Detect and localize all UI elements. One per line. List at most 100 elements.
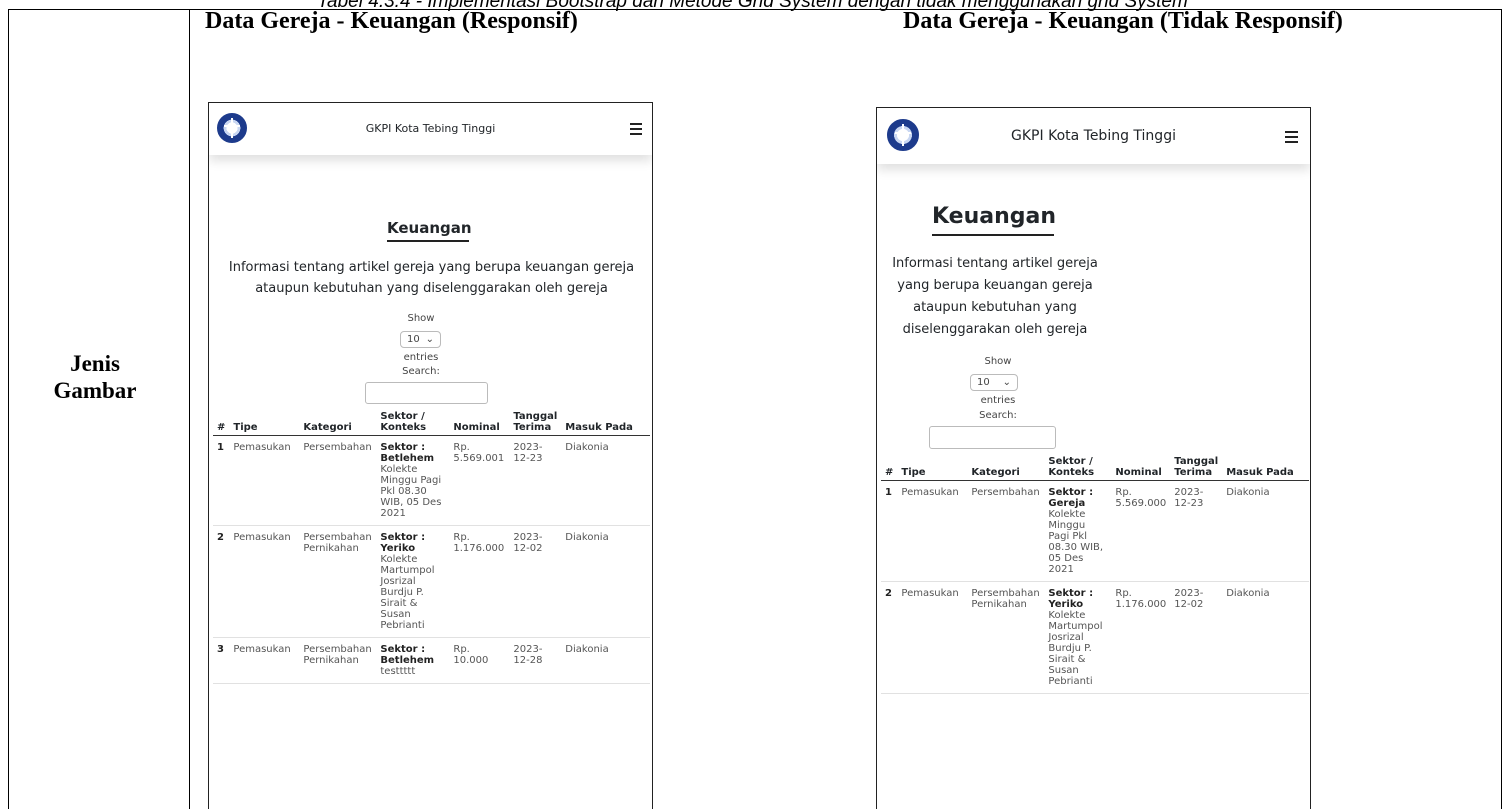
- finance-table: # Tipe Kategori Sektor / Konteks Nominal…: [213, 409, 650, 684]
- header-kategori: Kategori: [967, 454, 1045, 481]
- entries-label: entries: [980, 395, 1016, 406]
- search-label: Search:: [402, 366, 440, 377]
- cell-nominal: Rp. 10.000: [449, 637, 510, 684]
- page-heading: Keuangan: [387, 219, 472, 237]
- page-description: Informasi tentang artikel gereja yang be…: [892, 256, 1098, 337]
- left-column-title: Data Gereja - Keuangan (Responsif): [205, 8, 578, 34]
- cell-tipe: Pemasukan: [229, 637, 300, 684]
- heading-underline: [387, 240, 469, 242]
- header-nominal: Nominal: [449, 409, 510, 436]
- heading-underline: [932, 234, 1054, 236]
- cell-tanggal: 2023-12-28: [509, 637, 562, 684]
- konteks-text: Kolekte Martumpol Josrizal Burdju P. Sir…: [1048, 610, 1103, 687]
- cell-no: 3: [213, 637, 230, 684]
- cell-tanggal: 2023-12-02: [1170, 581, 1223, 694]
- cell-no: 1: [881, 480, 898, 582]
- cell-kategori: Persembahan Pernikahan: [967, 581, 1045, 694]
- sektor-name: Sektor : Yeriko: [380, 532, 426, 554]
- hamburger-menu-icon[interactable]: [1285, 131, 1298, 146]
- konteks-text: Kolekte Minggu Pagi Pkl 08.30 WIB, 05 De…: [1048, 509, 1104, 575]
- show-label: Show: [984, 356, 1012, 367]
- right-column-title: Data Gereja - Keuangan (Tidak Responsif): [903, 8, 1343, 34]
- cell-sektor: Sektor : Betlehem Kolekte Minggu Pagi Pkl…: [376, 435, 450, 526]
- page-heading: Keuangan: [932, 204, 1057, 229]
- cell-kategori: Persembahan Pernikahan: [299, 525, 377, 638]
- finance-table: # Tipe Kategori Sektor / Konteks Nominal…: [881, 454, 1309, 694]
- cell-no: 2: [881, 581, 898, 694]
- cell-sektor: Sektor : Yeriko Kolekte Martumpol Josriza…: [1044, 581, 1112, 694]
- cell-masuk: Diakonia: [561, 637, 650, 684]
- header-tipe: Tipe: [229, 409, 300, 436]
- chevron-down-icon: ⌄: [1002, 377, 1011, 388]
- show-label: Show: [407, 313, 435, 324]
- brand-title[interactable]: GKPI Kota Tebing Tinggi: [209, 122, 652, 135]
- cell-tipe: Pemasukan: [229, 525, 300, 638]
- chevron-down-icon: ⌄: [425, 334, 434, 345]
- page-description: Informasi tentang artikel gereja yang be…: [228, 260, 635, 296]
- entries-value: 10: [977, 377, 990, 388]
- navbar: GKPI Kota Tebing Tinggi: [209, 103, 652, 155]
- table-row: 2 Pemasukan Persembahan Pernikahan Sekto…: [213, 525, 650, 638]
- header-sektor: Sektor / Konteks: [1044, 454, 1112, 481]
- row-label: Jenis Gambar: [53, 351, 137, 403]
- header-masuk: Masuk Pada: [561, 409, 650, 436]
- header-masuk: Masuk Pada: [1222, 454, 1309, 481]
- table-row: 3 Pemasukan Persembahan Pernikahan Sekto…: [213, 637, 650, 684]
- table-header-row: # Tipe Kategori Sektor / Konteks Nominal…: [881, 454, 1309, 481]
- non-responsive-screenshot: GKPI Kota Tebing Tinggi Keuangan Informa…: [876, 107, 1311, 809]
- cell-nominal: Rp. 1.176.000: [1111, 581, 1171, 694]
- cell-sektor: Sektor : Yeriko Kolekte Martumpol Josriza…: [376, 525, 450, 638]
- konteks-text: Kolekte Minggu Pagi Pkl 08.30 WIB, 05 De…: [380, 464, 442, 519]
- cell-tanggal: 2023-12-23: [509, 435, 562, 526]
- header-no: #: [881, 454, 898, 481]
- entries-select[interactable]: 10 ⌄: [400, 331, 441, 348]
- cell-kategori: Persembahan: [299, 435, 377, 526]
- table-header-row: # Tipe Kategori Sektor / Konteks Nominal…: [213, 409, 650, 436]
- cell-sektor: Sektor : Gereja Kolekte Minggu Pagi Pkl 0…: [1044, 480, 1112, 582]
- cell-masuk: Diakonia: [561, 435, 650, 526]
- header-tipe: Tipe: [897, 454, 968, 481]
- table-row: 2 Pemasukan Persembahan Pernikahan Sekto…: [881, 581, 1309, 694]
- header-no: #: [213, 409, 230, 436]
- entries-label: entries: [403, 352, 439, 363]
- cell-masuk: Diakonia: [561, 525, 650, 638]
- header-kategori: Kategori: [299, 409, 377, 436]
- sektor-name: Sektor : Betlehem: [380, 442, 435, 464]
- cell-tipe: Pemasukan: [897, 581, 968, 694]
- search-input[interactable]: [365, 382, 488, 404]
- cell-masuk: Diakonia: [1222, 581, 1309, 694]
- cell-masuk: Diakonia: [1222, 480, 1309, 582]
- responsive-screenshot: GKPI Kota Tebing Tinggi Keuangan Informa…: [208, 102, 653, 809]
- konteks-text: Kolekte Martumpol Josrizal Burdju P. Sir…: [380, 554, 435, 631]
- sektor-name: Sektor : Betlehem: [380, 644, 435, 666]
- sektor-name: Sektor : Yeriko: [1048, 588, 1094, 610]
- navbar: GKPI Kota Tebing Tinggi: [877, 108, 1310, 164]
- column-divider: [189, 9, 190, 809]
- cell-tanggal: 2023-12-02: [509, 525, 562, 638]
- konteks-text: testtttt: [380, 666, 416, 677]
- cell-nominal: Rp. 5.569.001: [449, 435, 510, 526]
- header-nominal: Nominal: [1111, 454, 1171, 481]
- cell-sektor: Sektor : Betlehem testtttt: [376, 637, 450, 684]
- cell-no: 2: [213, 525, 230, 638]
- cell-nominal: Rp. 5.569.000: [1111, 480, 1171, 582]
- sektor-name: Sektor : Gereja: [1048, 487, 1094, 509]
- cell-kategori: Persembahan Pernikahan: [299, 637, 377, 684]
- search-label: Search:: [979, 410, 1017, 421]
- hamburger-menu-icon[interactable]: [630, 123, 642, 138]
- table-row: 1 Pemasukan Persembahan Sektor : Betlehe…: [213, 435, 650, 526]
- header-sektor: Sektor / Konteks: [376, 409, 450, 436]
- cell-kategori: Persembahan: [967, 480, 1045, 582]
- table-row: 1 Pemasukan Persembahan Sektor : Gereja K…: [881, 480, 1309, 582]
- header-tanggal: Tanggal Terima: [509, 409, 562, 436]
- header-tanggal: Tanggal Terima: [1170, 454, 1223, 481]
- brand-title[interactable]: GKPI Kota Tebing Tinggi: [877, 128, 1310, 144]
- search-input[interactable]: [929, 426, 1056, 449]
- cell-no: 1: [213, 435, 230, 526]
- entries-select[interactable]: 10 ⌄: [970, 374, 1018, 391]
- cell-tipe: Pemasukan: [897, 480, 968, 582]
- cell-tipe: Pemasukan: [229, 435, 300, 526]
- entries-value: 10: [407, 334, 420, 345]
- cell-tanggal: 2023-12-23: [1170, 480, 1223, 582]
- cell-nominal: Rp. 1.176.000: [449, 525, 510, 638]
